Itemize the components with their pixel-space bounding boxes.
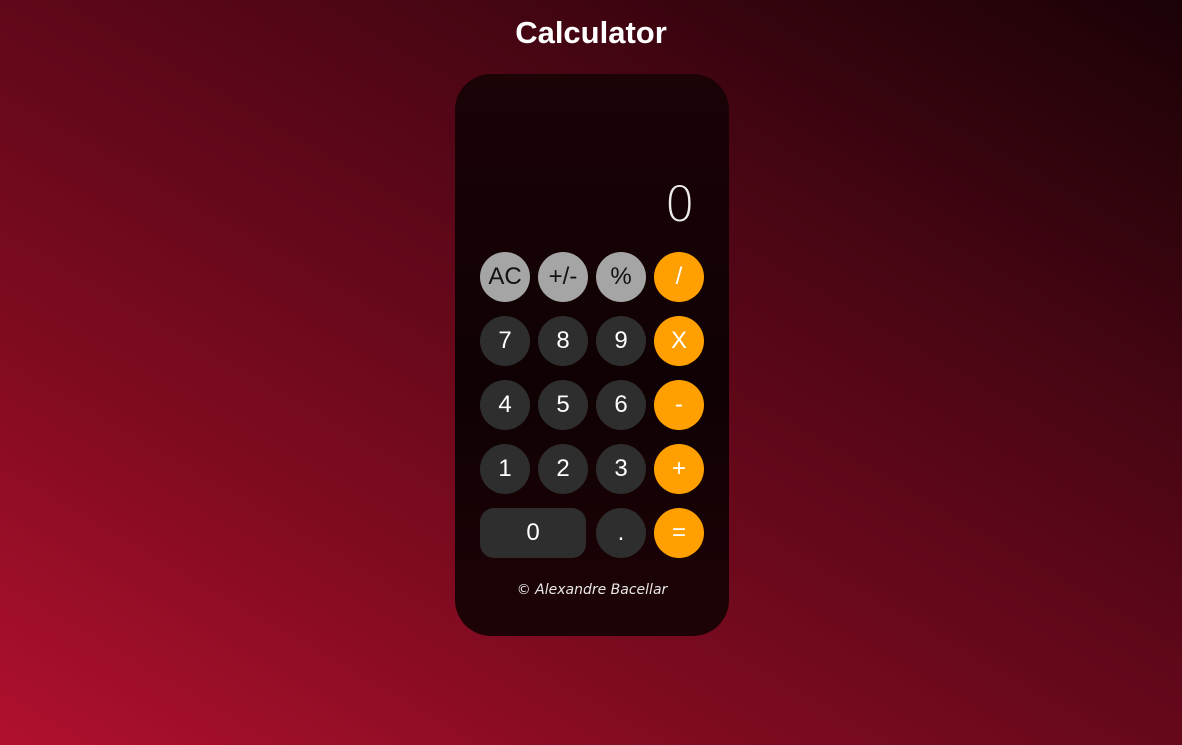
multiply-button[interactable]: X	[654, 316, 704, 366]
add-button[interactable]: +	[654, 444, 704, 494]
page-title: Calculator	[515, 15, 667, 50]
digit-5-button[interactable]: 5	[538, 380, 588, 430]
digit-6-button[interactable]: 6	[596, 380, 646, 430]
copyright-footer: © Alexandre Bacellar	[516, 582, 668, 598]
decimal-button[interactable]: .	[596, 508, 646, 558]
digit-0-button[interactable]: 0	[480, 508, 586, 558]
digit-1-button[interactable]: 1	[480, 444, 530, 494]
calculator-display: 0	[664, 177, 695, 233]
digit-8-button[interactable]: 8	[538, 316, 588, 366]
divide-button[interactable]: /	[654, 252, 704, 302]
clear-button[interactable]: AC	[480, 252, 530, 302]
digit-3-button[interactable]: 3	[596, 444, 646, 494]
subtract-button[interactable]: -	[654, 380, 704, 430]
digit-4-button[interactable]: 4	[480, 380, 530, 430]
digit-2-button[interactable]: 2	[538, 444, 588, 494]
calculator-body: 0 AC +/- % / 7 8 9 X 4 5 6 - 1 2 3 + 0 .…	[455, 74, 729, 636]
equals-button[interactable]: =	[654, 508, 704, 558]
percent-button[interactable]: %	[596, 252, 646, 302]
keypad: AC +/- % / 7 8 9 X 4 5 6 - 1 2 3 + 0 . =	[480, 252, 704, 558]
toggle-sign-button[interactable]: +/-	[538, 252, 588, 302]
digit-9-button[interactable]: 9	[596, 316, 646, 366]
digit-7-button[interactable]: 7	[480, 316, 530, 366]
